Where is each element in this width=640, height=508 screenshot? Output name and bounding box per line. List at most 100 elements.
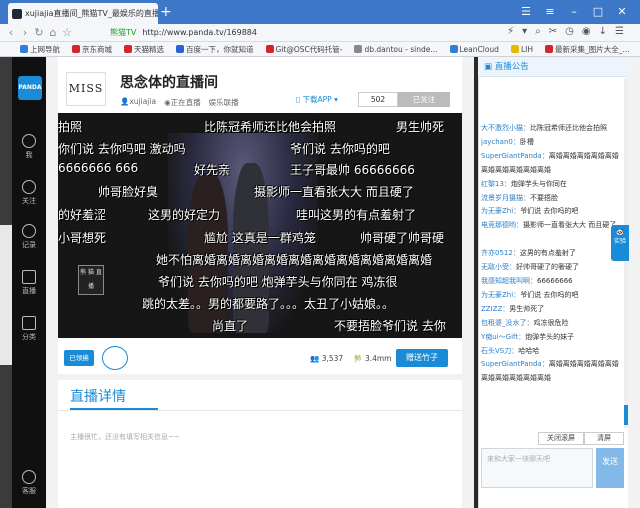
sidebar-item-label: 我: [25, 151, 33, 159]
window-close-icon[interactable]: ✕: [610, 2, 634, 22]
forward-icon[interactable]: ›: [18, 26, 32, 39]
minimize-icon[interactable]: –: [562, 2, 586, 22]
browser-tab[interactable]: xujiajia直播间_熊猫TV_最娱乐的直播 ×: [8, 3, 158, 24]
chat-username[interactable]: jaychan0：: [481, 138, 520, 146]
chat-username[interactable]: 无敌小受：: [481, 263, 516, 271]
panda-face-icon[interactable]: [102, 346, 128, 370]
gift-bamboo-button[interactable]: 赠送竹子: [396, 349, 448, 367]
bookmark-item[interactable]: db.dantou - sinde...: [354, 45, 438, 54]
bookmark-item[interactable]: 京东商城: [72, 44, 112, 55]
lightning-icon[interactable]: ⚡: [507, 26, 514, 37]
refresh-icon[interactable]: ↻: [32, 26, 46, 39]
room-category[interactable]: 娱乐联播: [209, 97, 239, 108]
maximize-icon[interactable]: □: [586, 2, 610, 22]
bookmark-item[interactable]: 百度一下，你就知道: [176, 44, 254, 55]
chat-username[interactable]: Y痴ui～Gift：: [481, 333, 525, 341]
bookmark-item[interactable]: 天猫精选: [124, 44, 164, 55]
live-badge-button[interactable]: 已领拂: [64, 350, 94, 366]
sidebar-item-label: 客服: [22, 487, 36, 495]
chat-username[interactable]: SuperGiantPanda：: [481, 360, 549, 368]
chat-username[interactable]: 石头VS刀：: [481, 347, 518, 355]
room-avatar[interactable]: MISS: [66, 72, 106, 106]
download-icon[interactable]: ↓: [599, 26, 607, 37]
bookmark-item[interactable]: LIH: [510, 45, 533, 54]
divider: [58, 410, 462, 411]
chat-message: 离婚离婚离婚离婚离婚: [481, 372, 621, 386]
sidebar-item-service[interactable]: 客服: [12, 470, 46, 496]
chat-text: 哈哈哈: [518, 346, 540, 355]
chat-text: 比陈冠希师还比他会拍照: [530, 124, 607, 132]
chat-message: 红黎13：炮弹芋头与你同在: [481, 178, 621, 192]
bookmark-item[interactable]: 上网导航: [20, 44, 60, 55]
chat-username[interactable]: 大不激烈小猫：: [481, 124, 530, 132]
danmaku-comment: 你们说 去你吗吧 激动吗: [58, 142, 186, 156]
search-icon[interactable]: ⌕: [535, 26, 541, 37]
chat-username[interactable]: 包租婆_没水了：: [481, 319, 534, 327]
bamboo-count-text: 3.4mm: [364, 354, 392, 363]
favorite-star-icon[interactable]: ☆: [60, 26, 74, 39]
sidebar-item-history[interactable]: 记录: [12, 224, 46, 250]
chat-username[interactable]: SuperGiantPanda：: [481, 152, 549, 160]
download-app-link[interactable]: ▯ 下载APP ▾: [296, 94, 338, 105]
video-player[interactable]: 拍照 比陈冠希师还比他会拍照 男生帅死 你们说 去你吗吧 激动吗 爷们说 去你吗的吧 66…: [58, 113, 462, 338]
more-icon[interactable]: ☰: [615, 26, 624, 37]
extensions-icon[interactable]: ✂: [549, 26, 557, 37]
clear-screen-button[interactable]: 清屏: [584, 432, 624, 445]
dropdown-icon[interactable]: ▾: [522, 26, 527, 37]
chat-text: 66666666: [537, 276, 573, 285]
chat-username[interactable]: 流景岁月摄描：: [481, 194, 530, 202]
details-title: 直播详情: [70, 389, 126, 405]
chat-text: 离婚离婚离婚离婚离婚: [481, 165, 551, 174]
chat-username[interactable]: 我感知超我叫啊：: [481, 277, 537, 285]
headset-icon: [22, 470, 36, 484]
danmaku-comment: 她不怕离婚离婚离婚离婚离婚离婚离婚离婚离婚离婚: [156, 253, 433, 267]
chat-text: 炮弹芋头与你同在: [510, 179, 567, 188]
chat-username[interactable]: 为无豪Zhi：: [481, 291, 520, 299]
skin-icon[interactable]: ☰: [514, 2, 538, 22]
bookmark-item[interactable]: LeanCloud: [449, 45, 499, 54]
chat-username[interactable]: 为无豪Zhi：: [481, 207, 520, 215]
chat-username[interactable]: ZZIZZ：: [481, 305, 509, 313]
bookmark-icon: [176, 45, 184, 53]
back-icon[interactable]: ‹: [4, 26, 18, 39]
follow-button[interactable]: 已关注: [398, 92, 450, 107]
window-edge: [628, 57, 640, 508]
bookmark-item[interactable]: 最新采集_图片大全_...: [544, 44, 630, 55]
sidebar-item-follow[interactable]: 关注: [12, 180, 46, 206]
chat-message: 为无豪Zhi：爷们说 去你吗的吧: [481, 289, 621, 303]
chat-message: 包租婆_没水了：鸡冻很危险: [481, 317, 621, 331]
page-title: 思念体的直播间: [120, 75, 218, 91]
danmaku-comment: 小哥想死: [58, 231, 107, 245]
host-name[interactable]: 👤xujiajia: [120, 97, 156, 108]
send-button[interactable]: 发送: [596, 448, 624, 488]
chat-username[interactable]: 红黎13：: [481, 180, 511, 188]
sidebar-item-me[interactable]: 我: [12, 134, 46, 160]
live-status-text: 正在直播: [170, 98, 201, 107]
new-tab-button[interactable]: +: [160, 3, 172, 21]
room-meta: 👤xujiajia ◉正在直播 娱乐联播: [120, 97, 239, 108]
chat-message: 我感知超我叫啊：66666666: [481, 275, 621, 289]
url-field[interactable]: 熊猫TV http://www.panda.tv/169884: [110, 26, 430, 40]
clock-icon: [22, 224, 36, 238]
sidebar-item-label: 记录: [22, 241, 36, 249]
chat-username[interactable]: 电竞那德哟：: [481, 221, 523, 229]
bookmark-icon: [354, 45, 363, 53]
stop-scroll-button[interactable]: 关闭滚屏: [538, 432, 584, 445]
side-panda-button[interactable]: 🐼 实验: [611, 225, 629, 261]
chat-message-list[interactable]: 大不激烈小猫：比陈冠希师还比他会拍照 jaychan0：卧槽 SuperGiantP…: [481, 122, 621, 422]
chat-text: 爷们说 去你吗的吧: [520, 207, 579, 216]
video-watermark-logo: 熊 猫 直播: [78, 265, 104, 295]
home-icon[interactable]: ⌂: [46, 26, 60, 39]
bookmark-item[interactable]: Git@OSC代码托管-: [265, 44, 342, 55]
chat-input[interactable]: 来和大家一块聊天吧: [481, 448, 593, 488]
chat-message: 为无豪Zhi：爷们说 去你吗的吧: [481, 205, 621, 219]
sidebar-item-category[interactable]: 分类: [12, 316, 46, 342]
menu-icon[interactable]: ≡: [538, 2, 562, 22]
panda-logo[interactable]: PANDA: [18, 76, 42, 100]
history-icon[interactable]: ◷: [565, 26, 574, 37]
chat-username[interactable]: 齐亦0512：: [481, 249, 520, 257]
sidebar-item-live[interactable]: 直播: [12, 270, 46, 296]
chat-icon[interactable]: ◉: [582, 26, 591, 37]
chat-text: 不要捂脸: [530, 193, 558, 202]
bookmark-label: 百度一下，你就知道: [186, 44, 254, 54]
